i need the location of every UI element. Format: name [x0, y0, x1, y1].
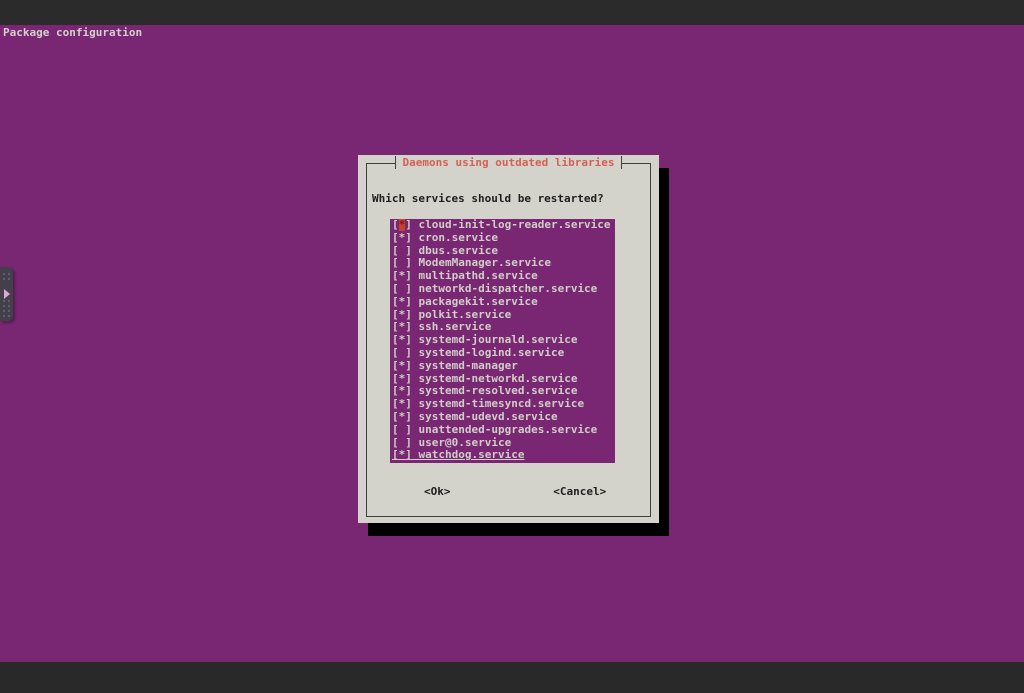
service-label: systemd-resolved.service [412, 384, 578, 397]
service-checkbox[interactable]: [ ] [392, 346, 412, 359]
expand-arrow-icon [4, 289, 10, 299]
console-screen: Package configuration Daemons using outd… [0, 0, 1024, 693]
service-label: systemd-udevd.service [412, 410, 558, 423]
service-checkbox[interactable]: [*] [392, 308, 412, 321]
selection-cursor: * [399, 219, 406, 231]
service-checkbox[interactable]: [ ] [392, 244, 412, 257]
service-label: polkit.service [412, 308, 511, 321]
service-checkbox[interactable]: [*] [392, 448, 412, 461]
service-label: systemd-logind.service [412, 346, 564, 359]
dock-handle[interactable] [0, 267, 13, 321]
page-title: Package configuration [3, 26, 142, 39]
ok-button[interactable]: <Ok> [424, 485, 451, 499]
service-label: dbus.service [412, 244, 498, 257]
service-checkbox[interactable]: [*] [392, 295, 412, 308]
service-label: ssh.service [412, 320, 491, 333]
grip-dots-icon [3, 273, 10, 280]
service-checkbox[interactable]: [*] [392, 269, 412, 282]
service-checkbox[interactable]: [ ] [392, 282, 412, 295]
top-bar [0, 0, 1024, 25]
service-label: systemd-manager [412, 359, 518, 372]
service-checkbox[interactable]: [ ] [392, 423, 412, 436]
service-label: cron.service [412, 231, 498, 244]
service-label: systemd-journald.service [412, 333, 578, 346]
service-label: ModemManager.service [412, 256, 551, 269]
service-label: packagekit.service [412, 295, 538, 308]
service-checkbox[interactable]: [*] [392, 372, 412, 385]
service-checkbox[interactable]: [*] [392, 397, 412, 410]
bottom-bar [0, 662, 1024, 693]
service-label: systemd-networkd.service [412, 372, 578, 385]
service-row[interactable]: [*] watchdog.service [392, 449, 615, 462]
service-label: multipathd.service [412, 269, 538, 282]
services-restart-dialog: Daemons using outdated libraries Which s… [358, 155, 659, 523]
service-checkbox[interactable]: [ ] [392, 256, 412, 269]
grip-dots-icon [3, 300, 10, 317]
service-checkbox[interactable]: [*] [392, 231, 412, 244]
service-checkbox[interactable]: [ ] [392, 436, 412, 449]
service-checkbox[interactable]: [*] [392, 320, 412, 333]
cancel-button[interactable]: <Cancel> [553, 485, 606, 499]
service-checkbox[interactable]: [*] [392, 410, 412, 423]
service-label: cloud-init-log-reader.service [412, 219, 611, 231]
services-listbox[interactable]: [*] cloud-init-log-reader.service[*] cro… [390, 219, 615, 463]
service-label: user@0.service [412, 436, 511, 449]
service-label: unattended-upgrades.service [412, 423, 597, 436]
service-checkbox[interactable]: [*] [392, 333, 412, 346]
dialog-title: Daemons using outdated libraries [395, 156, 623, 169]
service-checkbox[interactable]: [*] [392, 359, 412, 372]
dialog-buttons: <Ok> <Cancel> [366, 485, 651, 499]
service-checkbox[interactable]: [*] [392, 384, 412, 397]
service-label: watchdog.service [412, 448, 525, 461]
service-label: networkd-dispatcher.service [412, 282, 597, 295]
service-checkbox[interactable]: [*] [392, 219, 412, 231]
dialog-question: Which services should be restarted? [372, 192, 604, 205]
service-label: systemd-timesyncd.service [412, 397, 584, 410]
